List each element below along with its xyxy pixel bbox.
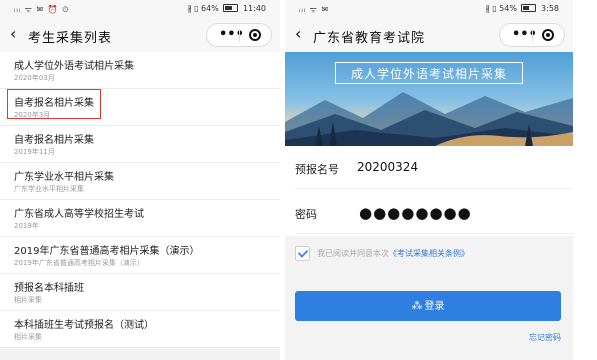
status-bar: ᵢₗₗ ᯤ ✉ ⏰ ⏲ ∦ ▯ 64% 11:40 — [0, 0, 280, 18]
status-right: ∦ ▯ 64% 11:40 — [188, 4, 266, 13]
forgot-password-link[interactable]: 忘记密码 — [529, 332, 561, 343]
status-battery-percent: ∦ ▯ 64% — [187, 4, 219, 13]
banner-title: 成人学位外语考试相片采集 — [335, 62, 523, 84]
status-battery-percent: ∦ ▯ 54% — [485, 4, 517, 13]
loading-spinner-icon: ⁂ — [411, 299, 423, 312]
more-icon[interactable]: ••• — [512, 27, 537, 42]
page-title: 考生采集列表 — [28, 31, 113, 46]
list-item-title: 广东省成人高等学校招生考试 — [14, 209, 144, 220]
highlight-annotation-box — [7, 89, 101, 119]
miniprogram-capsule: ••• — [206, 23, 272, 47]
list-item-title: 成人学位外语考试相片采集 — [14, 61, 134, 72]
list-item-subtitle: 2019年11月 — [14, 148, 55, 156]
back-arrow-icon[interactable]: ‹ — [295, 25, 301, 43]
list-item-title: 本科插班生考试预报名（测试） — [14, 320, 154, 331]
list-item-title: 广东学业水平相片采集 — [14, 172, 114, 183]
nav-bar: ‹ 广东省教育考试院 ••• — [285, 18, 573, 52]
page-title: 广东省教育考试院 — [313, 31, 426, 46]
list-item-subtitle: 相片采集 — [14, 296, 42, 304]
password-label: 密码 — [295, 208, 317, 221]
battery-icon — [521, 4, 537, 12]
status-bar: ᵢₗₗ ᯤ ✉ ∦ ▯ 54% 3:58 — [285, 0, 573, 18]
login-form: 预报名号 20200324 密码 ●●●●●●●● — [285, 146, 573, 236]
status-time: 11:40 — [242, 4, 266, 13]
list-item-subtitle: 2020年03月 — [14, 74, 55, 82]
terms-link[interactable]: 《考试采集相关条例》 — [389, 249, 469, 258]
nav-bar: ‹ 考生采集列表 ••• — [0, 18, 280, 52]
registration-number-input[interactable]: 20200324 — [357, 160, 418, 174]
registration-number-label: 预报名号 — [295, 163, 339, 176]
capsule-divider — [532, 29, 533, 42]
agreement-prefix: 我已阅读并同意本次 — [317, 249, 389, 258]
list-item-subtitle: 2019年广东省普通高考相片采集（演示） — [14, 259, 144, 267]
close-target-icon[interactable] — [249, 29, 261, 41]
miniprogram-capsule: ••• — [499, 23, 565, 47]
back-arrow-icon[interactable]: ‹ — [10, 25, 16, 43]
capsule-divider — [239, 29, 240, 42]
list-item-title: 预报名本科插班 — [14, 283, 84, 294]
status-time: 3:58 — [541, 4, 559, 13]
signal-icons: ᵢₗₗ ᯤ ✉ ⏰ ⏲ — [14, 5, 70, 14]
registration-number-row: 预报名号 20200324 — [295, 146, 573, 189]
login-button[interactable]: ⁂ 登录 — [295, 291, 561, 321]
list-item[interactable]: 广东省成人高等学校招生考试 2019年 — [0, 200, 280, 237]
more-icon[interactable]: ••• — [219, 27, 244, 42]
left-phone-screen: ᵢₗₗ ᯤ ✉ ⏰ ⏲ ∦ ▯ 64% 11:40 ‹ 考生采集列表 ••• 成… — [0, 0, 280, 360]
header-banner: 成人学位外语考试相片采集 — [285, 52, 573, 146]
password-row: 密码 ●●●●●●●● — [295, 191, 573, 234]
list-item-title: 自考报名相片采集 — [14, 135, 94, 146]
list-item-subtitle: 广东学业水平相片采集 — [14, 185, 84, 193]
login-button-label: 登录 — [424, 301, 445, 312]
list-item-subtitle: 2019年 — [14, 222, 39, 230]
list-item[interactable]: 预报名本科插班 相片采集 — [0, 274, 280, 311]
list-item-subtitle: 相片采集 — [14, 333, 42, 341]
list-item[interactable]: 广东学业水平相片采集 广东学业水平相片采集 — [0, 163, 280, 200]
battery-icon — [223, 4, 239, 12]
list-item[interactable]: 自考报名相片采集 2019年11月 — [0, 126, 280, 163]
password-input[interactable]: ●●●●●●●● — [359, 204, 472, 222]
list-item[interactable]: 2019年广东省普通高考相片采集（演示） 2019年广东省普通高考相片采集（演示… — [0, 237, 280, 274]
close-target-icon[interactable] — [542, 29, 554, 41]
agree-checkbox[interactable] — [295, 246, 310, 261]
list-item[interactable]: 成人学位外语考试相片采集 2020年03月 — [0, 52, 280, 89]
right-phone-screen: ᵢₗₗ ᯤ ✉ ∦ ▯ 54% 3:58 ‹ 广东省教育考试院 ••• 成人学位… — [285, 0, 573, 360]
agreement-text: 我已阅读并同意本次《考试采集相关条例》 — [317, 248, 469, 259]
list-item[interactable]: 本科插班生考试预报名（测试） 相片采集 — [0, 311, 280, 348]
list-item-title: 2019年广东省普通高考相片采集（演示） — [14, 246, 200, 257]
signal-icons: ᵢₗₗ ᯤ ✉ — [299, 5, 330, 14]
status-right: ∦ ▯ 54% 3:58 — [486, 4, 559, 13]
